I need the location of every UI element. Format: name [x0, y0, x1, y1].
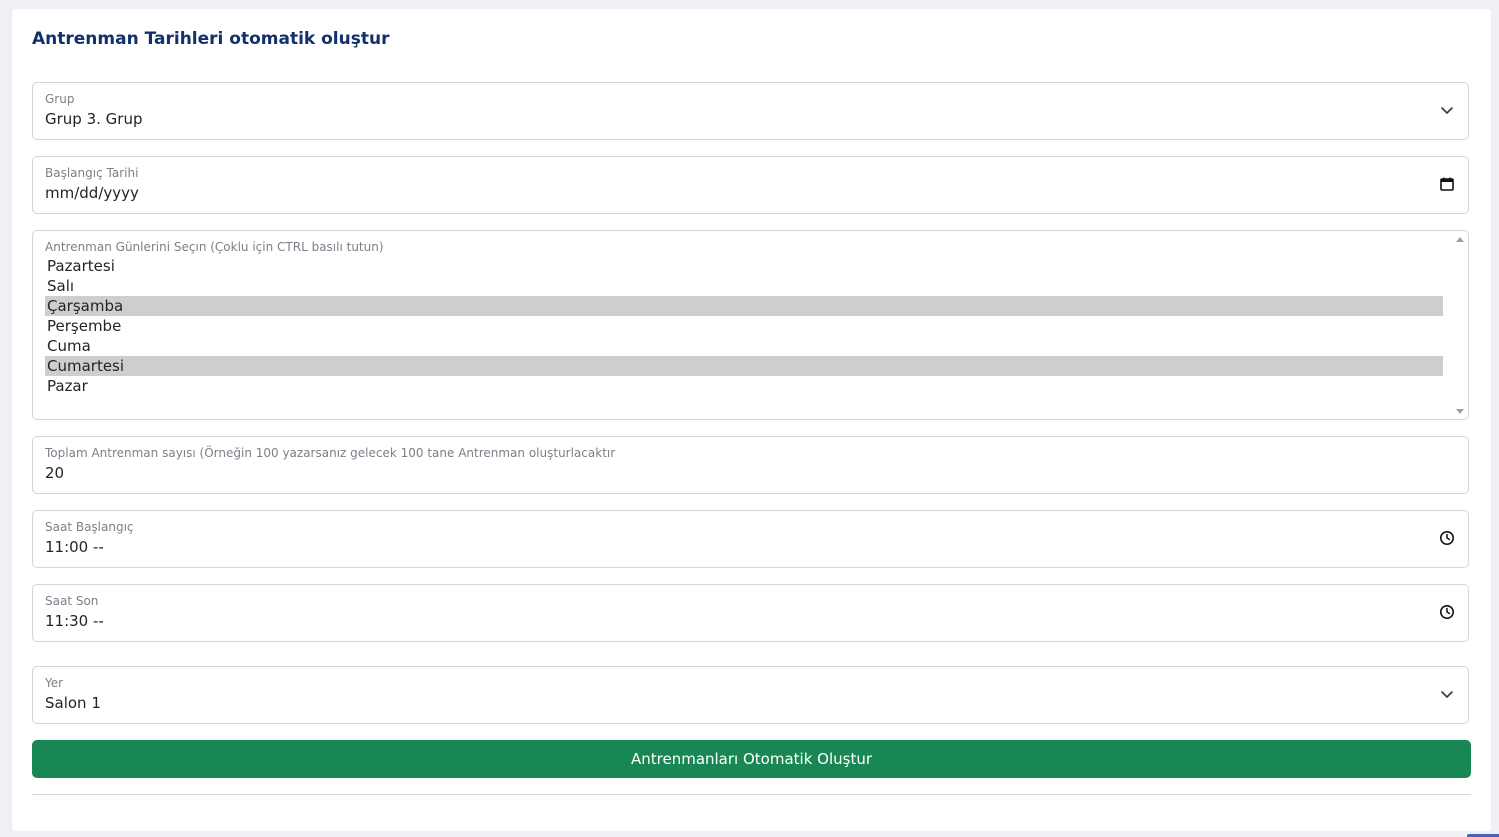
start-time-field[interactable]: Saat Başlangıç 11:00 -- — [32, 510, 1469, 568]
clock-icon[interactable] — [1438, 603, 1456, 621]
group-value: Grup 3. Grup — [45, 110, 143, 128]
page-title: Antrenman Tarihleri otomatik oluştur — [32, 29, 390, 49]
start-date-value: mm/dd/yyyy — [45, 184, 139, 202]
divider — [32, 794, 1471, 795]
group-label: Grup — [45, 92, 75, 106]
day-option-cuma[interactable]: Cuma — [45, 336, 1443, 356]
total-trainings-input[interactable]: Toplam Antrenman sayısı (Örneğin 100 yaz… — [32, 436, 1469, 494]
day-option-carsamba[interactable]: Çarşamba — [45, 296, 1443, 316]
chevron-down-icon[interactable] — [1438, 101, 1456, 119]
end-time-field[interactable]: Saat Son 11:30 -- — [32, 584, 1469, 642]
total-trainings-label: Toplam Antrenman sayısı (Örneğin 100 yaz… — [45, 446, 616, 460]
day-option-cumartesi[interactable]: Cumartesi — [45, 356, 1443, 376]
days-scrollbar[interactable] — [1454, 233, 1466, 418]
chevron-down-icon[interactable] — [1438, 685, 1456, 703]
start-time-value: 11:00 -- — [45, 538, 104, 556]
training-days-label: Antrenman Günlerini Seçın (Çoklu için CT… — [45, 240, 384, 254]
place-value: Salon 1 — [45, 694, 101, 712]
start-date-label: Başlangıç Tarihi — [45, 166, 139, 180]
day-option-persembe[interactable]: Perşembe — [45, 316, 1443, 336]
training-days-multiselect[interactable]: Antrenman Günlerini Seçın (Çoklu için CT… — [32, 230, 1469, 420]
place-select[interactable]: Yer Salon 1 — [32, 666, 1469, 724]
auto-create-trainings-button[interactable]: Antrenmanları Otomatik Oluştur — [32, 740, 1471, 778]
day-option-pazartesi[interactable]: Pazartesi — [45, 256, 1443, 276]
group-select[interactable]: Grup Grup 3. Grup — [32, 82, 1469, 140]
start-date-field[interactable]: Başlangıç Tarihi mm/dd/yyyy — [32, 156, 1469, 214]
scroll-down-arrow-icon[interactable] — [1456, 409, 1464, 414]
calendar-icon[interactable] — [1438, 175, 1456, 193]
place-label: Yer — [45, 676, 64, 690]
training-days-list: Pazartesi Salı Çarşamba Perşembe Cuma Cu… — [45, 256, 1443, 396]
scroll-up-arrow-icon[interactable] — [1456, 237, 1464, 242]
start-time-label: Saat Başlangıç — [45, 520, 134, 534]
form-card: Antrenman Tarihleri otomatik oluştur Gru… — [12, 9, 1491, 831]
end-time-value: 11:30 -- — [45, 612, 104, 630]
total-trainings-value: 20 — [45, 464, 65, 482]
day-option-sali[interactable]: Salı — [45, 276, 1443, 296]
day-option-pazar[interactable]: Pazar — [45, 376, 1443, 396]
clock-icon[interactable] — [1438, 529, 1456, 547]
end-time-label: Saat Son — [45, 594, 99, 608]
